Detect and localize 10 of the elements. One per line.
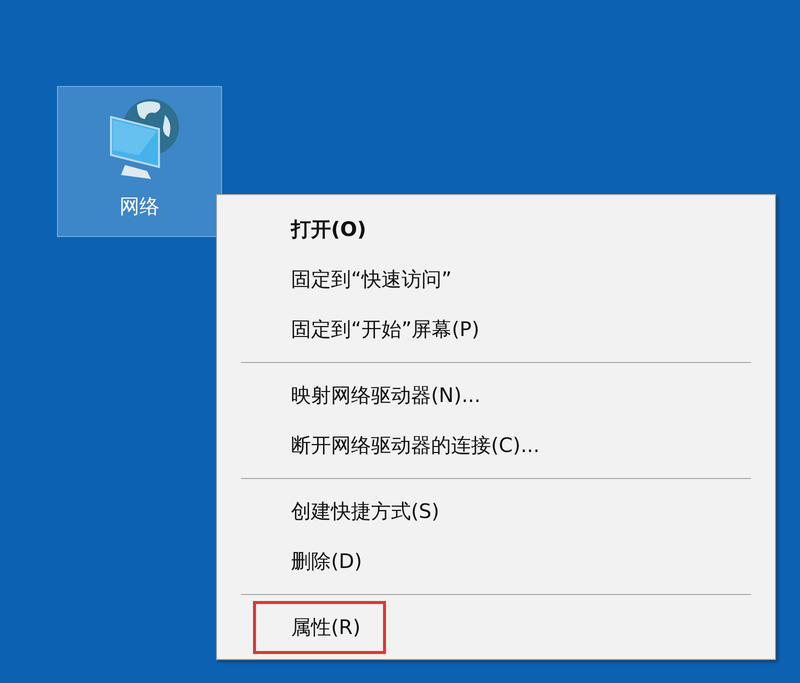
menu-item[interactable]: 删除(D) <box>253 534 388 588</box>
menu-item[interactable]: 打开(O) <box>253 202 392 256</box>
menu-item[interactable]: 创建快捷方式(S) <box>253 484 464 538</box>
menu-item[interactable]: 固定到“快速访问” <box>253 252 477 306</box>
menu-item[interactable]: 映射网络驱动器(N)... <box>253 368 506 422</box>
desktop-icon[interactable]: 网络 <box>57 86 222 237</box>
menu-item[interactable]: 固定到“开始”屏幕(P) <box>253 302 504 356</box>
menu-item[interactable]: 属性(R) <box>253 600 386 654</box>
menu-item[interactable]: 断开网络驱动器的连接(C)... <box>253 418 565 472</box>
icon-label: 网络 <box>120 193 160 220</box>
